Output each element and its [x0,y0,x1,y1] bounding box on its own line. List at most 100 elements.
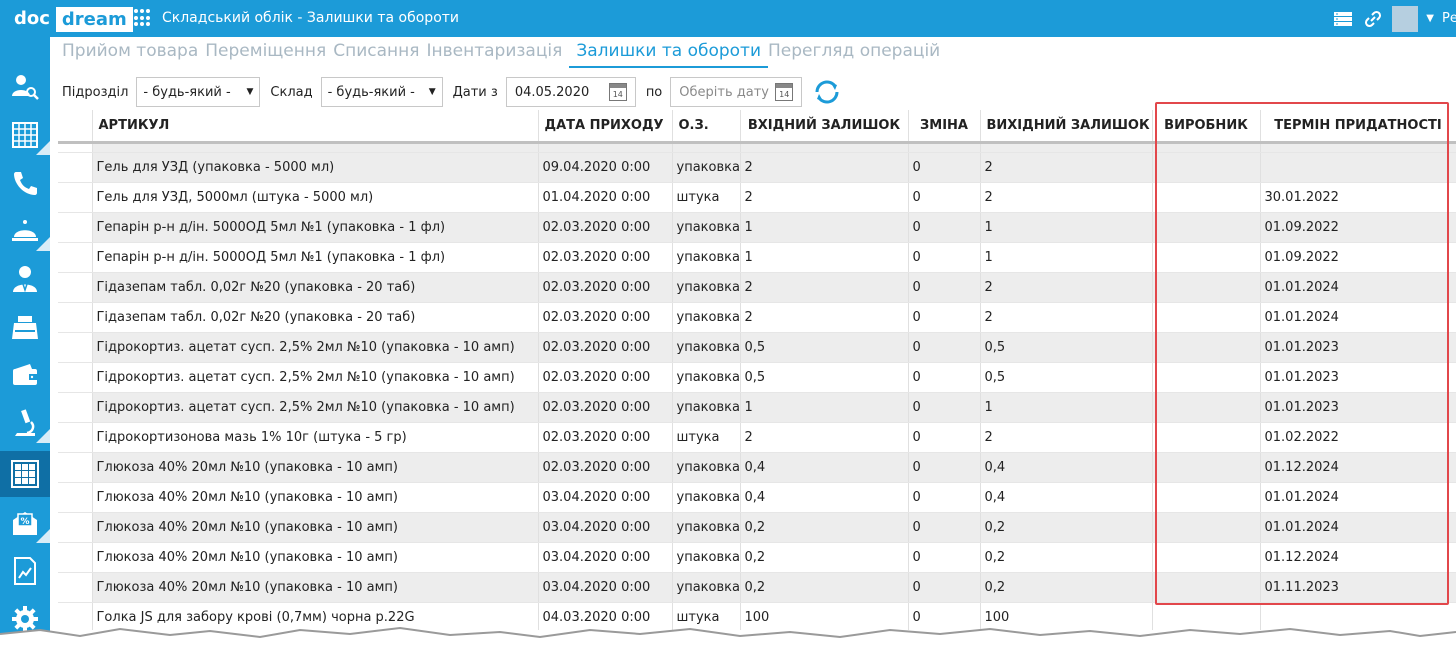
user-name[interactable]: Ре [1442,11,1456,26]
row-selector[interactable] [58,572,93,603]
user-search-icon[interactable] [0,67,50,107]
calendar-icon[interactable]: 14 [775,83,794,101]
table-row[interactable]: Гідрокортиз. ацетат сусп. 2,5% 2мл №10 (… [58,362,1456,393]
cell-closing-balance: 2 [980,272,1153,303]
cell-expiry: 01.01.2024 [1260,482,1456,513]
doctor-icon[interactable] [0,259,50,299]
microscope-icon[interactable] [0,403,50,443]
row-selector[interactable] [58,512,93,543]
cell-article: Глюкоза 40% 20мл №10 (упаковка - 10 амп) [92,452,539,483]
cell-manufacturer [1152,182,1261,213]
cell-closing-balance: 0,2 [980,512,1153,543]
cell-change: 0 [908,182,981,213]
cell-opening-balance: 0,4 [740,452,909,483]
column-header-expiry[interactable]: ТЕРМІН ПРИДАТНОСТІ [1260,110,1456,144]
table-row[interactable]: Глюкоза 40% 20мл №10 (упаковка - 10 амп)… [58,482,1456,513]
row-selector[interactable] [58,182,93,213]
cell-closing-balance: 0,5 [980,362,1153,393]
tab-operations[interactable]: Перегляд операцій [768,40,947,68]
table-row[interactable]: Гель для УЗД, 5000мл (штука - 5000 мл) 01… [58,182,1456,213]
warehouse-icon[interactable] [0,451,50,497]
sidebar: % [0,37,50,652]
tab-transfer[interactable]: Переміщення [205,40,333,68]
table-row[interactable]: Глюкоза 40% 20мл №10 (упаковка - 10 амп)… [58,512,1456,543]
calendar-grid-icon[interactable] [0,115,50,155]
report-icon[interactable] [0,551,50,591]
balances-table: АРТИКУЛ ДАТА ПРИХОДУ О.З. ВХІДНИЙ ЗАЛИШО… [58,110,1456,630]
top-bar: doc dream Складський облік - Залишки та … [0,0,1456,37]
tab-balances[interactable]: Залишки та обороти [569,40,769,68]
discount-mail-icon[interactable]: % [0,503,50,543]
column-header-closing-balance[interactable]: ВИХІДНИЙ ЗАЛИШОК [980,110,1153,144]
cell-arrival-date: 02.03.2020 0:00 [538,452,673,483]
register-icon[interactable] [0,307,50,347]
row-selector[interactable] [58,452,93,483]
row-selector[interactable] [58,362,93,393]
link-icon[interactable] [1362,10,1384,27]
cell-opening-balance: 0,5 [740,362,909,393]
column-header-article[interactable]: АРТИКУЛ [92,110,539,144]
logo-doc: doc [14,8,50,29]
cell-article: Гель для УЗД, 5000мл (штука - 5000 мл) [92,182,539,213]
row-selector[interactable] [58,242,93,273]
column-header-opening-balance[interactable]: ВХІДНИЙ ЗАЛИШОК [740,110,909,144]
phone-icon[interactable] [0,163,50,203]
row-selector[interactable] [58,302,93,333]
logo[interactable]: doc dream [0,0,133,37]
chevron-down-icon[interactable]: ▼ [1426,13,1434,24]
service-bell-icon[interactable] [0,211,50,251]
table-row[interactable]: Глюкоза 40% 20мл №10 (упаковка - 10 амп)… [58,452,1456,483]
table-row[interactable]: Гідрокортизонова мазь 1% 10г (штука - 5 … [58,422,1456,453]
column-header-arrival-date[interactable]: ДАТА ПРИХОДУ [538,110,673,144]
cell-unit: упаковка [672,512,741,543]
date-from-label: Дати з [452,84,498,100]
table-row[interactable]: Гідрокортиз. ацетат сусп. 2,5% 2мл №10 (… [58,392,1456,423]
division-select[interactable]: - будь-який - ▼ [136,77,261,107]
tab-inventory[interactable]: Інвентаризація [426,40,569,68]
column-header-manufacturer[interactable]: ВИРОБНИК [1152,110,1261,144]
date-from-field[interactable]: 04.05.2020 14 [505,77,636,107]
apps-grid-icon[interactable] [134,9,152,27]
row-selector[interactable] [58,272,93,303]
refresh-icon[interactable] [812,77,842,107]
warehouse-select[interactable]: - будь-який - ▼ [320,77,443,107]
row-selector[interactable] [58,392,93,423]
row-selector[interactable] [58,332,93,363]
cell-opening-balance: 0,5 [740,332,909,363]
table-header: АРТИКУЛ ДАТА ПРИХОДУ О.З. ВХІДНИЙ ЗАЛИШО… [58,110,1456,144]
row-selector[interactable] [58,422,93,453]
cell-article: Глюкоза 40% 20мл №10 (упаковка - 10 амп) [92,512,539,543]
table-row[interactable]: Глюкоза 40% 20мл №10 (упаковка - 10 амп)… [58,542,1456,573]
table-row[interactable]: Глюкоза 40% 20мл №10 (упаковка - 10 амп)… [58,572,1456,603]
date-to-field[interactable]: Оберіть дату 14 [670,77,803,107]
row-selector[interactable] [58,542,93,573]
table-row[interactable]: Гідрокортиз. ацетат сусп. 2,5% 2мл №10 (… [58,332,1456,363]
cell-article: Гідрокортиз. ацетат сусп. 2,5% 2мл №10 (… [92,362,539,393]
cell-change: 0 [908,272,981,303]
cell-change: 0 [908,512,981,543]
cell-arrival-date: 02.03.2020 0:00 [538,302,673,333]
table-row[interactable]: Гель для УЗД (упаковка - 5000 мл) 09.04.2… [58,152,1456,183]
cell-closing-balance: 0,4 [980,482,1153,513]
row-selector[interactable] [58,482,93,513]
column-header-change[interactable]: ЗМІНА [908,110,981,144]
table-row[interactable]: Гепарін р-н д/ін. 5000ОД 5мл №1 (упаковк… [58,242,1456,273]
avatar[interactable] [1392,5,1419,32]
calendar-icon[interactable]: 14 [608,83,627,101]
table-row[interactable]: Гідазепам табл. 0,02г №20 (упаковка - 20… [58,302,1456,333]
cell-manufacturer [1152,242,1261,273]
table-row[interactable]: Гепарін р-н д/ін. 5000ОД 5мл №1 (упаковк… [58,212,1456,243]
tab-receipt[interactable]: Прийом товара [62,40,205,68]
server-icon[interactable] [1332,11,1354,27]
cell-manufacturer [1152,422,1261,453]
tab-writeoff[interactable]: Списання [333,40,426,68]
wallet-icon[interactable] [0,355,50,395]
row-selector[interactable] [58,152,93,183]
cell-expiry: 30.01.2022 [1260,182,1456,213]
table-row[interactable]: Гідазепам табл. 0,02г №20 (упаковка - 20… [58,272,1456,303]
column-header-unit[interactable]: О.З. [672,110,741,144]
cell-expiry: 01.09.2022 [1260,242,1456,273]
row-selector[interactable] [58,212,93,243]
svg-text:%: % [20,517,29,527]
cell-opening-balance: 1 [740,242,909,273]
